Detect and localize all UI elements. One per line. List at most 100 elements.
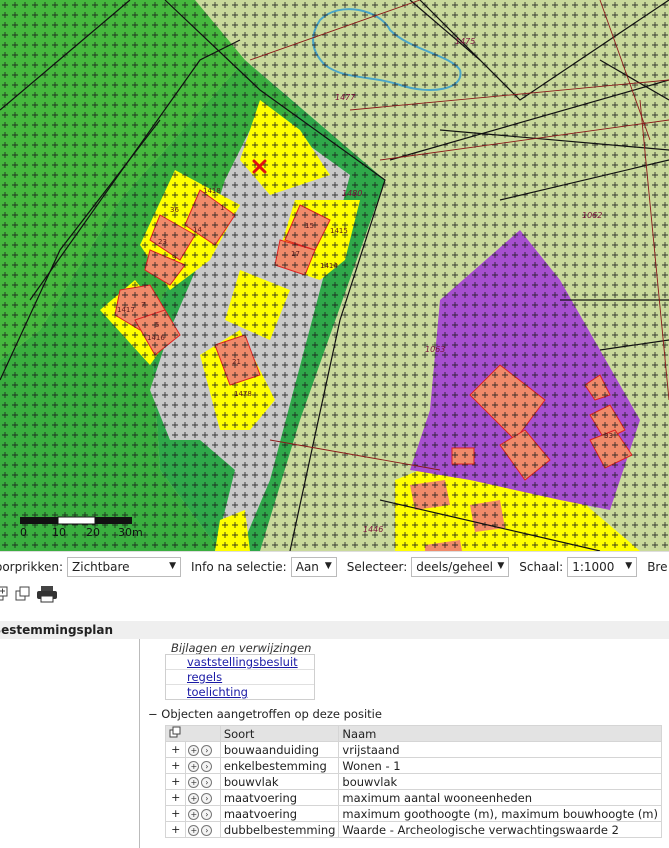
parcel-number: 5 — [155, 321, 159, 329]
scale-label-20: 20 — [86, 526, 100, 539]
expand-row-button[interactable]: + — [164, 789, 187, 806]
info-value: Aan — [295, 560, 319, 574]
arrow-right-icon[interactable]: › — [201, 792, 213, 804]
row-actions: + › — [185, 805, 221, 822]
expand-all-icon[interactable] — [0, 585, 10, 603]
table-row: + + › bouwaanduiding vrijstaand — [164, 741, 662, 758]
zoom-in-icon[interactable]: + — [188, 760, 200, 772]
row-naam: Waarde - Archeologische verwachtingswaar… — [338, 821, 662, 838]
link-regels[interactable]: regels — [166, 670, 314, 685]
table-row: + + › enkelbestemming Wonen - 1 — [164, 757, 662, 774]
row-actions: + › — [185, 789, 221, 806]
bijlagen-title: Bijlagen en verwijzingen — [171, 641, 312, 655]
parcel-number: 1418 — [203, 187, 221, 195]
schaal-value: 1:1000 — [572, 560, 615, 574]
bestemmingsplan-title: Bestemmingsplan — [0, 623, 114, 637]
row-actions: + › — [185, 741, 221, 758]
scale-label-30: 30m — [118, 526, 143, 539]
parcel-number: 1415 — [330, 227, 348, 235]
icon-bar — [0, 581, 669, 607]
selecteer-value: deels/geheel — [416, 560, 494, 574]
row-actions: + › — [185, 757, 221, 774]
copy-icon[interactable] — [14, 585, 32, 603]
scale-label-0: 0 — [20, 526, 27, 539]
plot-number: 1446 — [363, 525, 383, 534]
plot-number: 1477 — [335, 93, 356, 102]
parcel-number: 36 — [170, 206, 179, 214]
table-header-row: Soort Naam — [165, 725, 662, 742]
selecteer-label: Selecteer: — [346, 560, 408, 574]
parcel-number: 17 — [291, 250, 300, 258]
bijlagen-list: vaststellingsbesluit regels toelichting — [165, 654, 315, 700]
link-toelichting[interactable]: toelichting — [166, 685, 314, 699]
row-naam: Wonen - 1 — [338, 757, 662, 774]
doorprikken-select[interactable]: Zichtbare ▼ — [67, 557, 182, 577]
parcel-number: 15 — [305, 222, 314, 230]
parcel-number: 23 — [158, 238, 167, 246]
parcel-number: 1478 — [234, 390, 252, 398]
row-actions: + › — [185, 821, 221, 838]
zoom-in-icon[interactable]: + — [188, 744, 200, 756]
expand-row-button[interactable]: + — [164, 741, 187, 758]
map-toolbar: oorprikken: Zichtbare ▼ Info na selectie… — [0, 551, 669, 582]
parcel-number: 33 — [604, 432, 613, 440]
arrow-right-icon[interactable]: › — [201, 824, 213, 836]
chevron-down-icon: ▼ — [324, 561, 332, 571]
selecteer-select[interactable]: deels/geheel ▼ — [411, 557, 510, 577]
table-row: + + › bouwvlak bouwvlak — [164, 773, 662, 790]
info-panel: Bijlagen en verwijzingen vaststellingsbe… — [140, 639, 669, 848]
map-viewer[interactable]: 1418 1 36 14 23 9 1417 7 5 1416 15 17 1415 1414 21 1478… — [0, 0, 669, 551]
objects-title[interactable]: − Objecten aangetroffen op deze positie — [148, 707, 382, 721]
table-row: + + › maatvoering maximum goothoogte (m), ma… — [164, 805, 662, 822]
row-naam: vrijstaand — [338, 741, 662, 758]
scale-label-10: 10 — [52, 526, 66, 539]
zoom-in-icon[interactable]: + — [188, 824, 200, 836]
expand-row-button[interactable]: + — [164, 757, 187, 774]
chevron-down-icon: ▼ — [169, 561, 177, 571]
table-row: + + › dubbelbestemming Waarde - Archeologisc… — [164, 821, 662, 838]
row-soort: maatvoering — [219, 789, 340, 806]
parcel-number: 21 — [232, 358, 241, 366]
arrow-right-icon[interactable]: › — [201, 808, 213, 820]
row-soort: dubbelbestemming — [219, 821, 340, 838]
left-panel — [0, 639, 140, 848]
table-row: + + › maatvoering maximum aantal wooneenhede… — [164, 789, 662, 806]
column-naam: Naam — [338, 725, 662, 742]
row-naam: maximum aantal wooneenheden — [338, 789, 662, 806]
schaal-label: Schaal: — [519, 560, 564, 574]
row-actions: + › — [185, 773, 221, 790]
parcel-number: 1 — [220, 204, 224, 212]
parcel-number: 9 — [172, 254, 176, 262]
arrow-right-icon[interactable]: › — [201, 776, 213, 788]
zoom-in-icon[interactable]: + — [188, 808, 200, 820]
chevron-down-icon: ▼ — [497, 561, 505, 571]
parcel-number: 7 — [141, 301, 145, 309]
chevron-down-icon: ▼ — [625, 561, 633, 571]
objects-table: Soort Naam + + › bouwaanduiding vrijstaand + +… — [164, 725, 662, 838]
row-soort: enkelbestemming — [219, 757, 340, 774]
info-select[interactable]: Aan ▼ — [290, 557, 337, 577]
arrow-right-icon[interactable]: › — [201, 744, 213, 756]
expand-row-button[interactable]: + — [164, 773, 187, 790]
parcel-number: 1414 — [320, 262, 338, 270]
link-vaststellingsbesluit[interactable]: vaststellingsbesluit — [166, 655, 314, 670]
zoom-in-icon[interactable]: + — [188, 792, 200, 804]
zoom-in-icon[interactable]: + — [188, 776, 200, 788]
row-naam: bouwvlak — [338, 773, 662, 790]
row-naam: maximum goothoogte (m), maximum bouwhoog… — [338, 805, 662, 822]
expand-row-button[interactable]: + — [164, 805, 187, 822]
print-icon[interactable] — [36, 585, 58, 603]
column-soort: Soort — [219, 725, 340, 742]
row-soort: bouwvlak — [219, 773, 340, 790]
parcel-number: 1416 — [147, 334, 165, 342]
bestemmingsplan-header: Bestemmingsplan — [0, 621, 669, 639]
info-label: Info na selectie: — [191, 560, 287, 574]
doorprikken-value: Zichtbare — [72, 560, 130, 574]
schaal-select[interactable]: 1:1000 ▼ — [567, 557, 638, 577]
plot-number: 1063 — [425, 345, 445, 354]
expand-all-header[interactable] — [165, 725, 221, 742]
expand-row-button[interactable]: + — [164, 821, 187, 838]
arrow-right-icon[interactable]: › — [201, 760, 213, 772]
doorprikken-label: oorprikken: — [0, 560, 64, 574]
parcel-number: 14 — [193, 226, 202, 234]
